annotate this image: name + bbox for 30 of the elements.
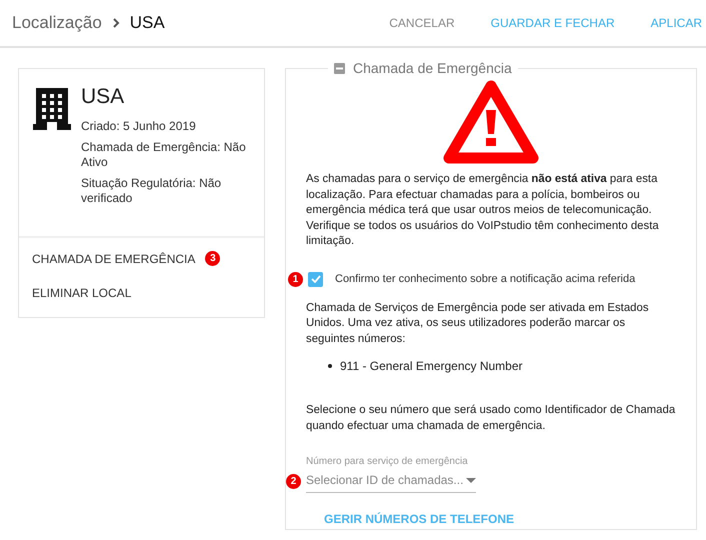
number-badge: 3 [205,251,220,266]
bullet-icon [328,364,332,368]
location-detail: Chamada de Emergência: Não Ativo [81,140,247,170]
panel-title: Chamada de Emergência [353,60,512,76]
location-name: USA [81,85,126,109]
warning-text: As chamadas para o serviço de emergência não está ativa para esta localização. Para efectuar chamadas para a polícia, bombeiros ou emergência médica terá que usar outros meios de telecomunicação. Verifique se todos os usuários do VoIPstudio têm conhecimento desta limitação. [306,172,660,249]
emergency-number: 911 - General Emergency Number [340,359,523,373]
header-action-button[interactable]: CANCELAR [389,12,455,34]
location-detail: Situação Regulatória: Não verificado [81,176,222,206]
menu-item[interactable]: ELIMINAR LOCAL [32,286,132,300]
collapse-icon[interactable] [334,62,345,74]
manage-numbers-link[interactable]: GERIR NÚMEROS DE TELEFONE [324,512,514,526]
warning-icon [443,80,539,164]
confirm-label: Confirmo ter conhecimento sobre a notificação acima referida [335,273,636,285]
breadcrumb-link[interactable]: Localização [12,13,102,33]
confirm-checkbox[interactable] [308,272,323,286]
dropdown-caret-icon [466,478,476,482]
select-info-text: Selecione o seu número que será usado como Identificador de Chamada quando efectuar uma chamada de emergência. [306,403,676,434]
menu-item[interactable]: CHAMADA DE EMERGÊNCIA [32,252,196,266]
caller-id-select[interactable]: Selecionar ID de chamadas... [306,473,476,493]
field-label: Número para serviço de emergência [306,456,469,467]
header-action-button[interactable]: APLICAR [650,12,702,34]
number-badge: 1 [288,272,303,286]
building-icon [33,88,71,130]
page-title: USA [130,13,165,33]
number-badge: 2 [286,474,301,489]
header-action-button[interactable]: GUARDAR E FECHAR [490,12,615,34]
chevron-icon [112,18,120,28]
location-detail: Criado: 5 Junho 2019 [81,119,197,134]
info-text: Chamada de Serviços de Emergência pode ser ativada em Estados Unidos. Uma vez ativa, os seus utilizadores poderão marcar os seguintes números: [306,300,650,346]
